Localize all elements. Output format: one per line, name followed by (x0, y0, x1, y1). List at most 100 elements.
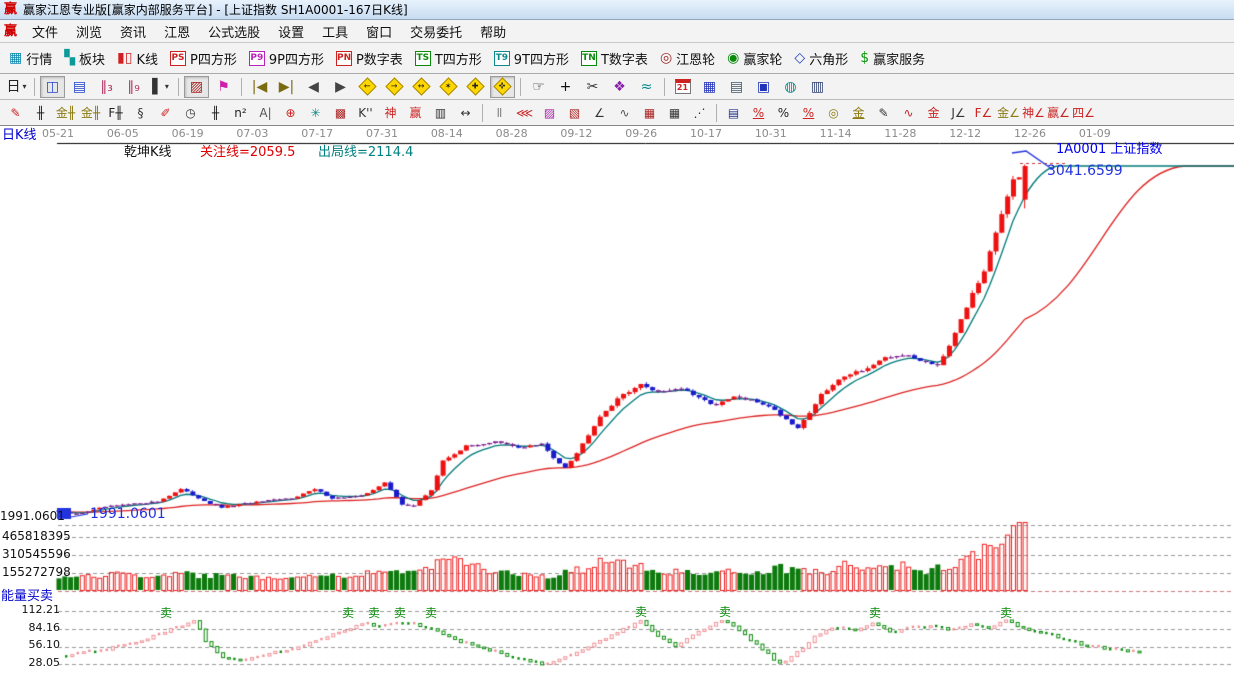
p-square-button[interactable]: PSP四方形 (167, 48, 240, 69)
price-ruler-button[interactable]: ╫ (204, 102, 227, 123)
pen-tool-button[interactable]: ✎ (4, 102, 27, 123)
gold-ruler2-icon: 金╫ (81, 107, 100, 119)
gold-time-ruler-button[interactable]: 金╫ (54, 102, 77, 123)
grid-tool-2-button[interactable]: ▦ (663, 102, 686, 123)
gold-circle-button[interactable]: ◎ (822, 102, 845, 123)
star-web-button[interactable]: ✳ (304, 102, 327, 123)
si-angle-button[interactable]: 四∠ (1072, 102, 1095, 123)
shen-tool-button[interactable]: 神 (379, 102, 402, 123)
gold-angle-button[interactable]: 金∠ (997, 102, 1020, 123)
diamond-right-button[interactable]: → (382, 76, 407, 98)
diamond-cross-button[interactable]: ✜ (490, 76, 515, 98)
sectors-button[interactable]: ▚板块 (61, 48, 108, 69)
j-angle-button[interactable]: J∠ (947, 102, 970, 123)
diamond-plus-button[interactable]: ✚ (463, 76, 488, 98)
kline-button[interactable]: ▮▯K线 (114, 48, 161, 69)
gold-line-button[interactable]: 金 (847, 102, 870, 123)
time-ruler-button[interactable]: ╫ (29, 102, 52, 123)
fib-time-ruler-button[interactable]: F╫ (104, 102, 127, 123)
fan-box-button[interactable]: ▨ (538, 102, 561, 123)
minute9-chart-button[interactable]: ∥₉ (121, 76, 146, 98)
f10-info-button[interactable]: ▤ (67, 76, 92, 98)
scale-list-button[interactable]: ▤ (722, 102, 745, 123)
percent-line-button[interactable]: % (747, 102, 770, 123)
winner-wheel-button[interactable]: ◉赢家轮 (724, 48, 785, 69)
winner-service-button[interactable]: $赢家服务 (857, 48, 928, 69)
parallel-lines-button[interactable]: ⋰ (688, 102, 711, 123)
gold-time-ruler-2-button[interactable]: 金╫ (79, 102, 102, 123)
notes-button[interactable]: ▤ (724, 76, 749, 98)
last-page-button[interactable]: ▶| (274, 76, 299, 98)
k-mark-button[interactable]: K'' (354, 102, 377, 123)
diamond-compress-button[interactable]: ↔ (409, 76, 434, 98)
save-disk-icon: ▣ (757, 80, 770, 94)
t9-square-button[interactable]: T99T四方形 (491, 48, 572, 69)
angle-fan-button[interactable]: ∠ (588, 102, 611, 123)
square-ruler-button[interactable]: n² (229, 102, 252, 123)
fan-lines-button[interactable]: ⋘ (513, 102, 536, 123)
menu-item-公式选股[interactable]: 公式选股 (199, 20, 269, 43)
span-measure-button[interactable]: ↔ (454, 102, 477, 123)
f-angle-button[interactable]: F∠ (972, 102, 995, 123)
p9-square-button[interactable]: P99P四方形 (246, 48, 327, 69)
grid-tool-button[interactable]: ▦ (638, 102, 661, 123)
fan-box-2-button[interactable]: ▧ (563, 102, 586, 123)
shen-angle-button[interactable]: 神∠ (1022, 102, 1045, 123)
web-grid-button[interactable]: ▩ (329, 102, 352, 123)
menu-item-窗口[interactable]: 窗口 (357, 20, 401, 43)
zigzag-wave-button[interactable]: ∿ (613, 102, 636, 123)
menu-item-资讯[interactable]: 资讯 (111, 20, 155, 43)
first-page-button[interactable]: |◀ (247, 76, 272, 98)
save-button[interactable]: ▣ (751, 76, 776, 98)
period-day-button[interactable]: 日▾ (4, 76, 29, 98)
count-ruler-button[interactable]: ▥ (429, 102, 452, 123)
next-bar-button[interactable]: ▶ (328, 76, 353, 98)
candle-style-button[interactable]: ▌▾ (148, 76, 173, 98)
hexagon-button[interactable]: ◇六角形 (791, 48, 851, 69)
ying-angle-button[interactable]: 赢∠ (1047, 102, 1070, 123)
wave-red-button[interactable]: ∿ (897, 102, 920, 123)
t-number-table-button[interactable]: TNT数字表 (578, 48, 651, 69)
knife-tool-button[interactable]: ✐ (154, 102, 177, 123)
percent-base-button[interactable]: % (797, 102, 820, 123)
calculator-button[interactable]: ▦ (697, 76, 722, 98)
gann-node-button[interactable]: ❖ (607, 76, 632, 98)
menu-item-江恩[interactable]: 江恩 (155, 20, 199, 43)
menu-item-交易委托[interactable]: 交易委托 (401, 20, 471, 43)
percent-base-icon: % (803, 107, 814, 119)
spiral-tool-button[interactable]: § (129, 102, 152, 123)
wave-lines-button[interactable]: ≈ (634, 76, 659, 98)
t-square-button[interactable]: TST四方形 (412, 48, 485, 69)
crosshair-tool-button[interactable]: + (553, 76, 578, 98)
gann-wheel-button[interactable]: ◎江恩轮 (657, 48, 718, 69)
angle-measure-button[interactable]: ✂ (580, 76, 605, 98)
mirror-tool-button[interactable]: A| (254, 102, 277, 123)
gold-red-button[interactable]: 金 (922, 102, 945, 123)
remote-pc-button[interactable]: ▥ (805, 76, 830, 98)
menu-item-帮助[interactable]: 帮助 (471, 20, 515, 43)
color-volume-button[interactable]: ⚑ (211, 76, 236, 98)
quotes-button[interactable]: ▦行情 (6, 48, 55, 69)
price-chart-canvas[interactable] (0, 126, 1234, 679)
diamond-burst-button[interactable]: ✶ (436, 76, 461, 98)
prev-bar-button[interactable]: ◀ (301, 76, 326, 98)
ying-tool-button[interactable]: 赢 (404, 102, 427, 123)
p-number-table-button[interactable]: PNP数字表 (333, 48, 406, 69)
brush-tool-button[interactable]: ✎ (872, 102, 895, 123)
diamond-left-button[interactable]: ← (355, 76, 380, 98)
web-tools-button[interactable]: ◍ (778, 76, 803, 98)
gann-frame-button[interactable]: ▨ (184, 76, 209, 98)
minute3-chart-button[interactable]: ∥₃ (94, 76, 119, 98)
market-grid-icon: ▦ (9, 51, 22, 65)
menu-item-工具[interactable]: 工具 (313, 20, 357, 43)
percent-tool-button[interactable]: % (772, 102, 795, 123)
hand-tool-button[interactable]: ☞ (526, 76, 551, 98)
beam-tool-button[interactable]: Ⅱ (488, 102, 511, 123)
menu-item-设置[interactable]: 设置 (269, 20, 313, 43)
menu-item-浏览[interactable]: 浏览 (67, 20, 111, 43)
circle-cross-button[interactable]: ⊕ (279, 102, 302, 123)
qiankun-view-button[interactable]: ◫ (40, 76, 65, 98)
cycle-circle-button[interactable]: ◷ (179, 102, 202, 123)
calendar-21-button[interactable]: 21 (670, 76, 695, 98)
menu-item-文件[interactable]: 文件 (23, 20, 67, 43)
